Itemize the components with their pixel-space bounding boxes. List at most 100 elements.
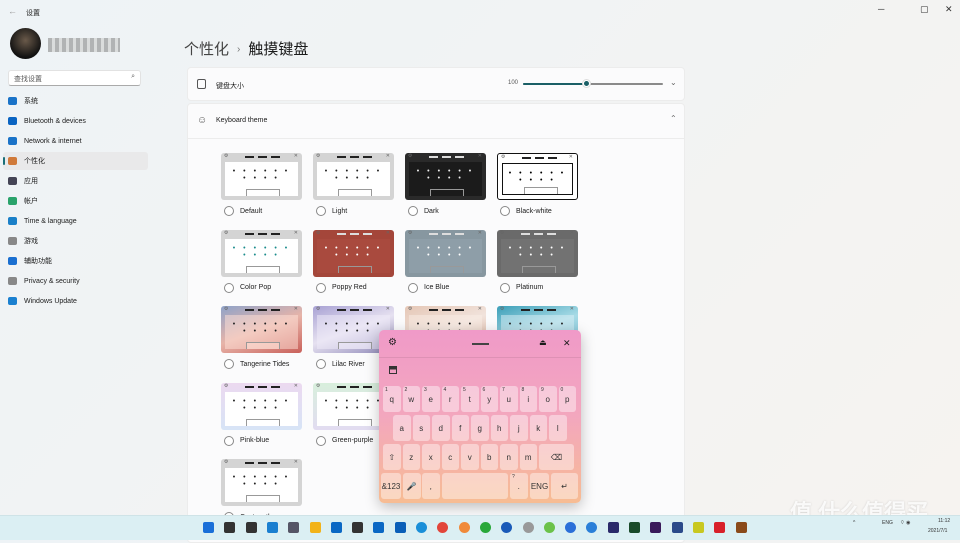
outlook-icon[interactable] — [394, 522, 406, 533]
theme-preview[interactable]: ⚙ ✕ • • • • • •• • • • — [313, 153, 394, 200]
theme-radio[interactable] — [316, 282, 326, 293]
key-d[interactable]: d — [432, 415, 450, 441]
key-l[interactable]: l — [549, 415, 567, 441]
theme-radio[interactable] — [316, 435, 326, 446]
slider-thumb[interactable] — [583, 80, 590, 87]
search-input[interactable]: 查找设置 ⌕ — [8, 70, 141, 86]
backspace-key[interactable]: ⌫ — [539, 444, 574, 470]
theme-option[interactable]: ⚙ ✕ • • • • • • • • • • Black-white — [497, 153, 578, 216]
maximize-button[interactable]: ▢ — [920, 4, 929, 15]
symbols-key[interactable]: &123 — [381, 473, 401, 499]
file-explorer-icon[interactable] — [309, 522, 321, 533]
search-icon[interactable] — [224, 522, 236, 533]
settings-icon[interactable] — [288, 522, 300, 533]
key-j[interactable]: j — [510, 415, 528, 441]
breadcrumb-parent[interactable]: 个性化 — [184, 41, 229, 58]
key-v[interactable]: v — [461, 444, 479, 470]
language-key[interactable]: ENG — [530, 473, 549, 499]
mail-icon[interactable] — [373, 522, 385, 533]
sidebar-item[interactable]: Network & internet — [3, 132, 148, 150]
theme-radio[interactable] — [500, 206, 510, 216]
after-effects-icon[interactable] — [607, 522, 619, 533]
tray-chevron[interactable]: ^ — [853, 520, 855, 526]
sidebar-item[interactable]: Windows Update — [3, 292, 148, 310]
sidebar-item[interactable]: 游戏 — [3, 232, 148, 250]
shift-key[interactable]: ⇧ — [383, 444, 401, 470]
app-3-icon[interactable] — [501, 522, 513, 533]
clipboard-icon[interactable] — [389, 366, 397, 374]
clock-time[interactable]: 11:12 — [938, 518, 950, 524]
key-p[interactable]: p0 — [558, 386, 576, 412]
key-t[interactable]: t5 — [461, 386, 479, 412]
theme-option[interactable]: ⚙ ✕ • • • • • • • • • • Pink-blue — [221, 382, 302, 446]
theme-radio[interactable] — [408, 206, 418, 216]
theme-preview[interactable]: ⚙ ✕ • • • • • •• • • • — [221, 153, 302, 200]
key-k[interactable]: k — [529, 415, 547, 441]
keyboard-close-button[interactable]: ✕ — [563, 338, 571, 349]
key-e[interactable]: e3 — [422, 386, 440, 412]
sidebar-item[interactable]: Time & language — [3, 212, 148, 230]
todo-icon[interactable] — [586, 522, 598, 533]
edge-icon[interactable] — [416, 522, 427, 533]
chevron-up-icon[interactable]: ⌃ — [670, 114, 677, 123]
task-view-icon[interactable] — [245, 522, 257, 533]
key-u[interactable]: u7 — [500, 386, 518, 412]
key-q[interactable]: q1 — [383, 386, 401, 412]
network-icon[interactable]: ⌔ ◉ — [900, 520, 910, 526]
theme-preview[interactable]: ⚙ ✕ • • • • • •• • • • — [405, 153, 486, 200]
key-f[interactable]: f — [451, 415, 469, 441]
theme-option[interactable]: ⚙ ✕ • • • • • • • • • • Tangerine Tides — [221, 306, 302, 369]
app-1-icon[interactable] — [458, 522, 470, 533]
theme-radio[interactable] — [224, 282, 234, 293]
theme-option[interactable]: ⚙✕• • • • • •• • • •Custom theme — [221, 459, 302, 522]
theme-radio[interactable] — [224, 206, 234, 216]
avatar[interactable] — [10, 28, 41, 59]
theme-option[interactable]: ⚙ ✕ • • • • • • • • • • Light — [313, 153, 394, 216]
theme-preview[interactable]: ⚙ ✕ • • • • • •• • • • — [221, 229, 302, 277]
key-c[interactable]: c — [441, 444, 459, 470]
chrome-icon[interactable] — [437, 522, 449, 533]
key-r[interactable]: r4 — [441, 386, 459, 412]
theme-radio[interactable] — [224, 359, 234, 369]
key-s[interactable]: s — [412, 415, 430, 441]
theme-option[interactable]: ⚙ ✕ • • • • • • • • • • Platinum — [497, 229, 578, 293]
theme-preview[interactable]: ⚙ ✕ • • • • • •• • • • — [313, 229, 394, 277]
app-5-icon[interactable] — [671, 522, 683, 533]
app-4-icon[interactable] — [522, 522, 534, 533]
notes-icon[interactable] — [352, 522, 364, 533]
key-g[interactable]: g — [471, 415, 489, 441]
theme-option[interactable]: ⚙ ✕ • • • • • • • • • • Ice Blue — [405, 229, 486, 293]
theme-radio[interactable] — [316, 359, 326, 369]
key-b[interactable]: b — [480, 444, 498, 470]
store-icon[interactable] — [330, 522, 342, 533]
key-z[interactable]: z — [402, 444, 420, 470]
key-n[interactable]: n — [500, 444, 518, 470]
dock-icon[interactable]: ⏏ — [539, 338, 547, 347]
theme-option[interactable]: ⚙ ✕ • • • • • • • • • • Poppy Red — [313, 229, 394, 293]
netease-music-icon[interactable] — [714, 522, 726, 533]
key-w[interactable]: w2 — [402, 386, 420, 412]
drag-handle[interactable] — [472, 343, 489, 345]
key-h[interactable]: h — [490, 415, 508, 441]
close-button[interactable]: ✕ — [945, 4, 953, 15]
theme-preview[interactable]: ⚙ ✕ • • • • • •• • • • — [221, 459, 302, 506]
key-m[interactable]: m — [519, 444, 537, 470]
key-y[interactable]: y6 — [480, 386, 498, 412]
premiere-icon[interactable] — [650, 522, 662, 533]
sidebar-item[interactable]: 个性化 — [3, 152, 148, 170]
settings-icon[interactable]: ⚙ — [388, 337, 397, 348]
key-i[interactable]: i8 — [519, 386, 537, 412]
theme-radio[interactable] — [408, 282, 418, 293]
widgets-icon[interactable] — [266, 522, 278, 533]
theme-option[interactable]: ⚙ ✕ • • • • • • • • • • Default — [221, 153, 302, 216]
theme-preview[interactable]: ⚙ ✕ • • • • • •• • • • — [497, 229, 578, 277]
theme-radio[interactable] — [224, 435, 234, 446]
minimize-button[interactable]: ─ — [878, 4, 884, 14]
wechat-icon[interactable] — [543, 522, 555, 533]
enter-key[interactable]: ↵ — [551, 473, 578, 499]
sidebar-item[interactable]: 帐户 — [3, 192, 148, 210]
input-language[interactable]: ENG — [882, 520, 893, 526]
period-key[interactable]: .? — [510, 473, 528, 499]
theme-radio[interactable] — [500, 282, 510, 293]
theme-preview[interactable]: ⚙ ✕ • • • • • •• • • • — [221, 306, 302, 353]
